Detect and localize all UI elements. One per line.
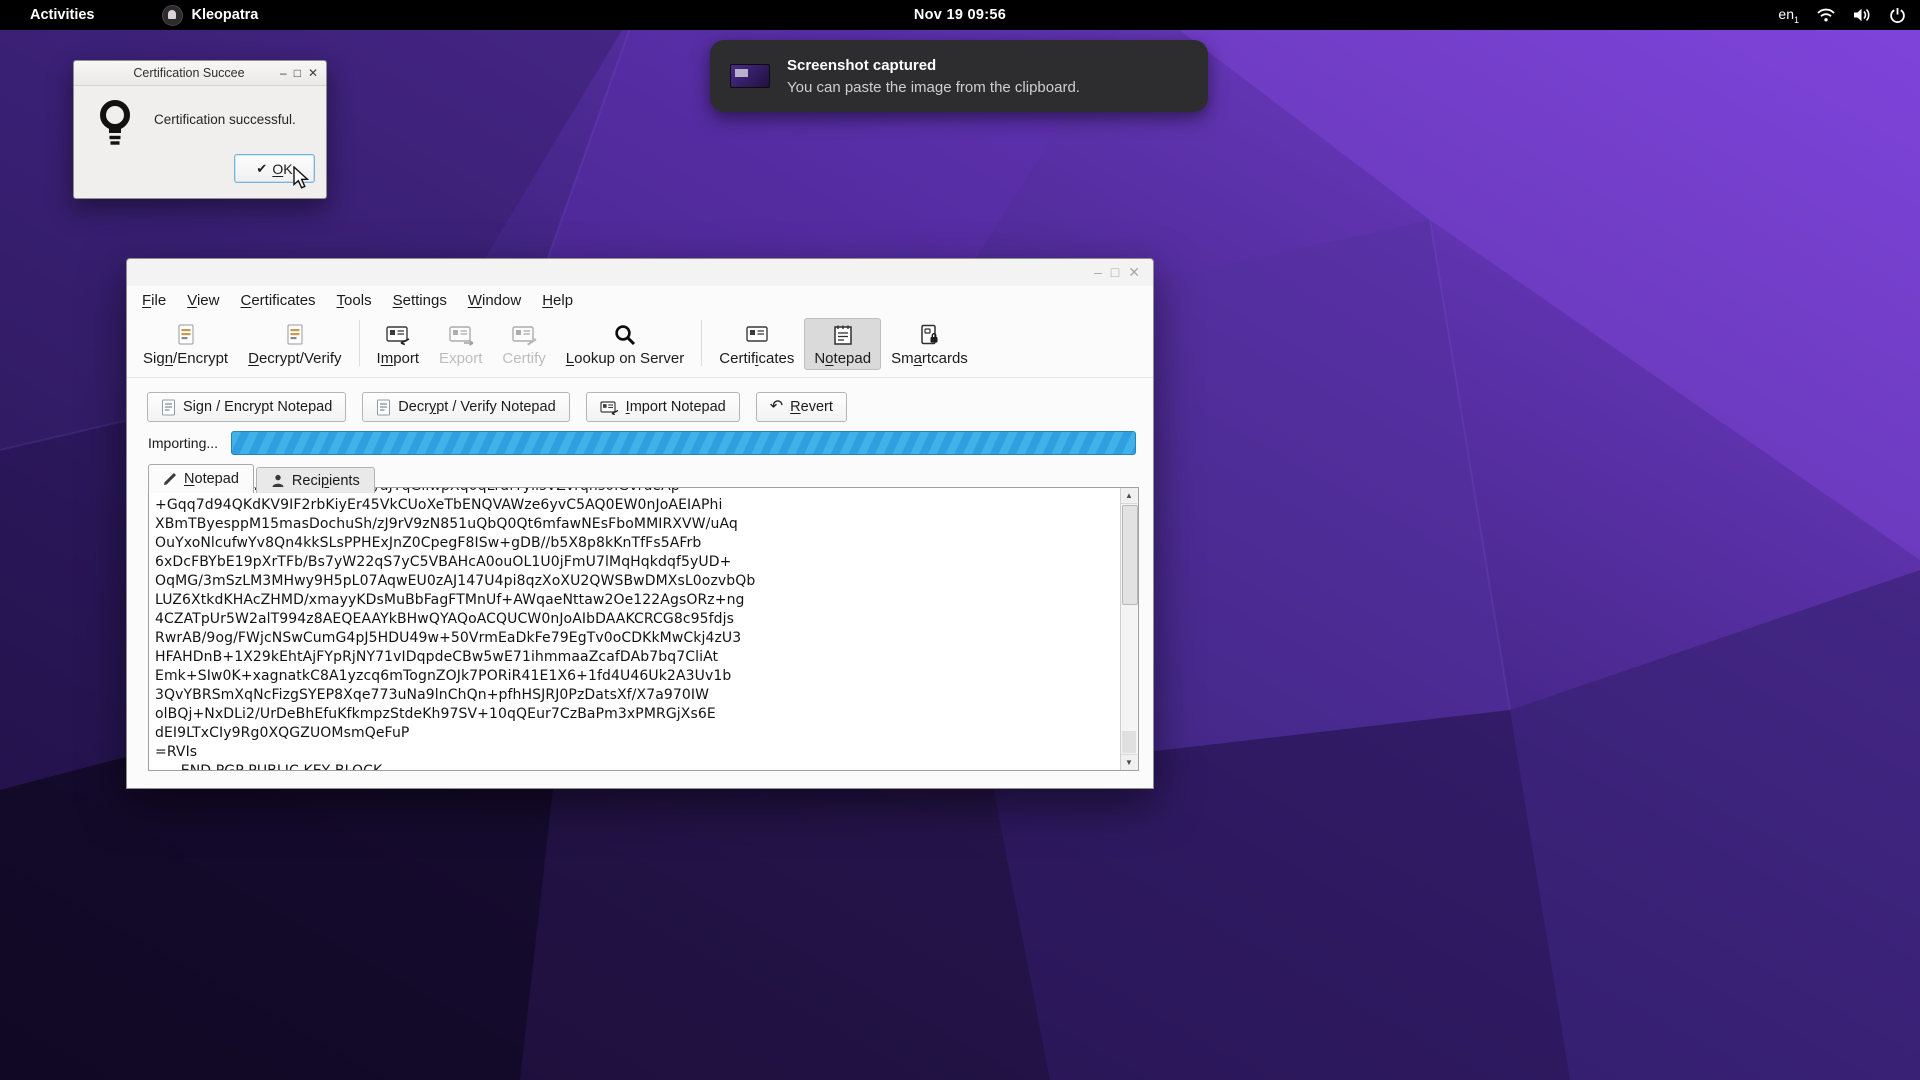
document-sign-icon bbox=[175, 323, 197, 347]
menu-file[interactable]: File bbox=[140, 289, 168, 312]
volume-icon bbox=[1853, 7, 1872, 23]
pencil-icon bbox=[163, 472, 177, 486]
certification-dialog: Certification Succee – □ ✕ Certification… bbox=[73, 60, 327, 199]
clock-button[interactable]: Nov 19 09:56 bbox=[914, 7, 1006, 23]
dialog-title: Certification Succee bbox=[102, 66, 276, 80]
scroll-up-arrow[interactable]: ▲ bbox=[1121, 488, 1137, 504]
dialog-minimize-button[interactable]: – bbox=[280, 67, 287, 79]
export-certificate-icon bbox=[448, 323, 474, 347]
notepad-line: OuYxoNlcufwYv8Qn4kkSLsPPHExJnZ0CpegF8ISw… bbox=[155, 534, 1118, 553]
dialog-maximize-button[interactable]: □ bbox=[294, 67, 301, 79]
window-minimize-button[interactable]: – bbox=[1094, 263, 1102, 281]
notepad-line: 3QvYBRSmXqNcFizgSYEP8Xqe773uNa9lnChQn+pf… bbox=[155, 686, 1118, 705]
menu-settings[interactable]: Settings bbox=[391, 289, 449, 312]
document-icon bbox=[376, 399, 391, 416]
certify-icon bbox=[511, 323, 537, 347]
notepad-line: 4CZATpUr5W2alT994z8AEQEAAYkBHwQYAQoACQUC… bbox=[155, 610, 1118, 629]
toolbar-lookup-on-server[interactable]: Lookup on Server bbox=[556, 318, 694, 370]
toolbar-certify: Certify bbox=[492, 318, 555, 370]
notepad-line: +Gqq7d94QKdKV9IF2rbKiyEr45VkCUoXeTbENQVA… bbox=[155, 496, 1118, 515]
progress-label: Importing... bbox=[148, 435, 231, 451]
tab-recipients[interactable]: Recipients bbox=[256, 467, 375, 493]
dialog-titlebar[interactable]: Certification Succee – □ ✕ bbox=[74, 61, 326, 86]
notepad-line: dEI9LTxCIy9Rg0XQGZUOMsmQeFuP bbox=[155, 724, 1118, 743]
search-icon bbox=[613, 323, 637, 347]
smartcards-icon bbox=[917, 323, 941, 347]
power-icon bbox=[1889, 7, 1906, 24]
screenshot-thumbnail bbox=[730, 64, 770, 88]
notepad-line: LUZ6XtkdKHAcZHMD/xmayyKDsMuBbFagFTMnUf+A… bbox=[155, 591, 1118, 610]
person-icon bbox=[271, 474, 285, 488]
tab-notepad[interactable]: Notepad bbox=[148, 464, 254, 493]
toolbar-smartcards[interactable]: Smartcards bbox=[881, 318, 978, 370]
revert-icon: ↶ bbox=[770, 399, 783, 415]
revert-button[interactable]: ↶ Revert bbox=[756, 392, 847, 422]
system-tray[interactable]: en1 bbox=[1778, 0, 1906, 30]
notepad-line: RwrAB/9og/FWjcNSwCumG4pJ5HDU49w+50VrmEaD… bbox=[155, 629, 1118, 648]
menubar: File View Certificates Tools Settings Wi… bbox=[127, 286, 1153, 315]
check-icon: ✔ bbox=[256, 161, 267, 177]
document-icon bbox=[161, 399, 176, 416]
notepad-line: XBmTByesppM15masDochuSh/zJ9rV9zN851uQbQ0… bbox=[155, 515, 1118, 534]
import-certificate-icon bbox=[385, 323, 411, 347]
notepad-line: OqMG/3mSzLM3MHwy9H5pL07AqwEU0zAJ147U4pi8… bbox=[155, 572, 1118, 591]
document-verify-icon bbox=[284, 323, 306, 347]
notepad-textarea[interactable]: mQENBFtJyaABCADPjq5gZcrK0/uJTqGllwpXq0qL… bbox=[148, 487, 1139, 771]
menu-window[interactable]: Window bbox=[466, 289, 523, 312]
mouse-cursor bbox=[292, 166, 314, 190]
import-notepad-button[interactable]: Import Notepad bbox=[586, 392, 740, 422]
main-toolbar: Sign/Encrypt Decrypt/Verify Import Expor bbox=[127, 315, 1153, 378]
notepad-line: =RVIs bbox=[155, 743, 1118, 762]
scrollbar-thumb[interactable] bbox=[1122, 505, 1138, 605]
toolbar-sign-encrypt[interactable]: Sign/Encrypt bbox=[133, 318, 238, 370]
kleopatra-titlebar[interactable]: – □ ✕ bbox=[127, 259, 1153, 286]
notepad-line: -----END PGP PUBLIC KEY BLOCK----- bbox=[155, 762, 1118, 771]
notepad-line: olBQj+NxDLi2/UrDeBhEfuKfkmpzStdeKh97SV+1… bbox=[155, 705, 1118, 724]
kleopatra-app-icon bbox=[162, 5, 183, 26]
notepad-action-row: Sign / Encrypt Notepad Decrypt / Verify … bbox=[147, 392, 1153, 420]
toolbar-separator bbox=[359, 320, 360, 366]
desktop: Activities Kleopatra Nov 19 09:56 en1 bbox=[0, 0, 1920, 1080]
gnome-top-bar: Activities Kleopatra Nov 19 09:56 en1 bbox=[0, 0, 1920, 30]
toolbar-certificates[interactable]: Certificates bbox=[709, 318, 804, 370]
window-maximize-button[interactable]: □ bbox=[1111, 263, 1119, 281]
app-menu-button[interactable]: Kleopatra bbox=[162, 5, 258, 26]
toolbar-import[interactable]: Import bbox=[367, 318, 430, 370]
decrypt-verify-notepad-button[interactable]: Decrypt / Verify Notepad bbox=[362, 392, 569, 422]
notepad-line: Emk+SIw0K+xagnatkC8A1yzcq6mTognZOJk7PORi… bbox=[155, 667, 1118, 686]
vertical-scrollbar[interactable]: ▲ ▼ bbox=[1120, 488, 1138, 770]
ok-button-label: OK bbox=[272, 161, 292, 177]
notepad-icon bbox=[831, 323, 855, 347]
toolbar-decrypt-verify[interactable]: Decrypt/Verify bbox=[238, 318, 351, 370]
notepad-line: 6xDcFBYbE19pXrTFb/Bs7yW22qS7yC5VBAHcA0ou… bbox=[155, 553, 1118, 572]
keyboard-layout-indicator[interactable]: en1 bbox=[1778, 6, 1799, 25]
scroll-down-arrow[interactable]: ▼ bbox=[1121, 754, 1137, 770]
screenshot-notification[interactable]: Screenshot captured You can paste the im… bbox=[710, 40, 1208, 112]
dialog-close-button[interactable]: ✕ bbox=[308, 67, 318, 79]
pgp-key-block: mQENBFtJyaABCADPjq5gZcrK0/uJTqGllwpXq0qL… bbox=[155, 487, 1118, 771]
import-card-icon bbox=[600, 400, 619, 415]
menu-help[interactable]: Help bbox=[540, 289, 575, 312]
notepad-line: HFAHDnB+1X29kEhtAjFYpRjNY71vIDqpdeCBw5wE… bbox=[155, 648, 1118, 667]
window-close-button[interactable]: ✕ bbox=[1128, 263, 1140, 281]
menu-certificates[interactable]: Certificates bbox=[238, 289, 317, 312]
scrollbar-track-mark bbox=[1122, 731, 1136, 753]
notification-body: You can paste the image from the clipboa… bbox=[787, 79, 1080, 96]
import-progress-row: Importing... bbox=[148, 432, 1153, 454]
menu-view[interactable]: View bbox=[185, 289, 221, 312]
toolbar-export: Export bbox=[429, 318, 492, 370]
toolbar-separator bbox=[701, 320, 702, 366]
kleopatra-window: – □ ✕ File View Certificates Tools Setti… bbox=[126, 258, 1154, 789]
toolbar-notepad[interactable]: Notepad bbox=[804, 318, 881, 370]
menu-tools[interactable]: Tools bbox=[335, 289, 374, 312]
notification-title: Screenshot captured bbox=[787, 57, 1080, 74]
certificates-icon bbox=[744, 323, 770, 347]
app-menu-label: Kleopatra bbox=[191, 7, 258, 23]
sign-encrypt-notepad-button[interactable]: Sign / Encrypt Notepad bbox=[147, 392, 346, 422]
lightbulb-icon bbox=[98, 100, 132, 152]
activities-button[interactable]: Activities bbox=[24, 5, 100, 25]
dialog-message: Certification successful. bbox=[154, 112, 296, 127]
wifi-icon bbox=[1816, 7, 1836, 23]
import-progress-bar bbox=[231, 431, 1136, 455]
